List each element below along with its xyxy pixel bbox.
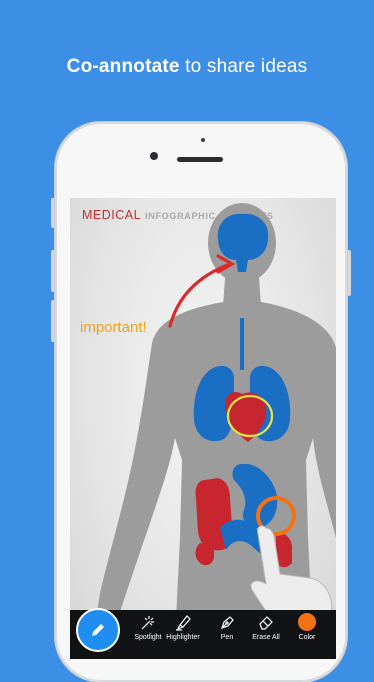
pen-icon <box>221 616 234 629</box>
phone-camera <box>150 152 158 160</box>
headline-rest: to share ideas <box>179 56 308 77</box>
highlighter-icon <box>176 615 191 631</box>
tool-highlighter-label: Highlighter <box>166 634 200 641</box>
tool-pen-label: Pen <box>220 634 234 641</box>
phone-speaker <box>177 157 223 162</box>
tool-color[interactable]: Color <box>281 611 333 655</box>
phone-sensor <box>201 138 205 142</box>
eraser-icon <box>259 616 273 630</box>
pencil-icon <box>92 624 104 636</box>
trachea <box>240 318 244 370</box>
headline: Co-annotate to share ideas <box>0 56 374 78</box>
app-screen[interactable]: MEDICAL INFOGRAPHIC ELEMENTS important! <box>70 198 336 659</box>
color-swatch <box>298 613 316 631</box>
annotation-text: important! <box>80 319 147 336</box>
active-tool-button[interactable] <box>76 608 120 652</box>
anatomy-illustration <box>96 203 336 659</box>
spotlight-icon <box>141 616 154 630</box>
tool-erase-all-label: Erase All <box>252 634 280 641</box>
phone-power-button <box>347 250 351 296</box>
headline-bold: Co-annotate <box>66 56 180 77</box>
tool-color-label: Color <box>298 634 316 641</box>
